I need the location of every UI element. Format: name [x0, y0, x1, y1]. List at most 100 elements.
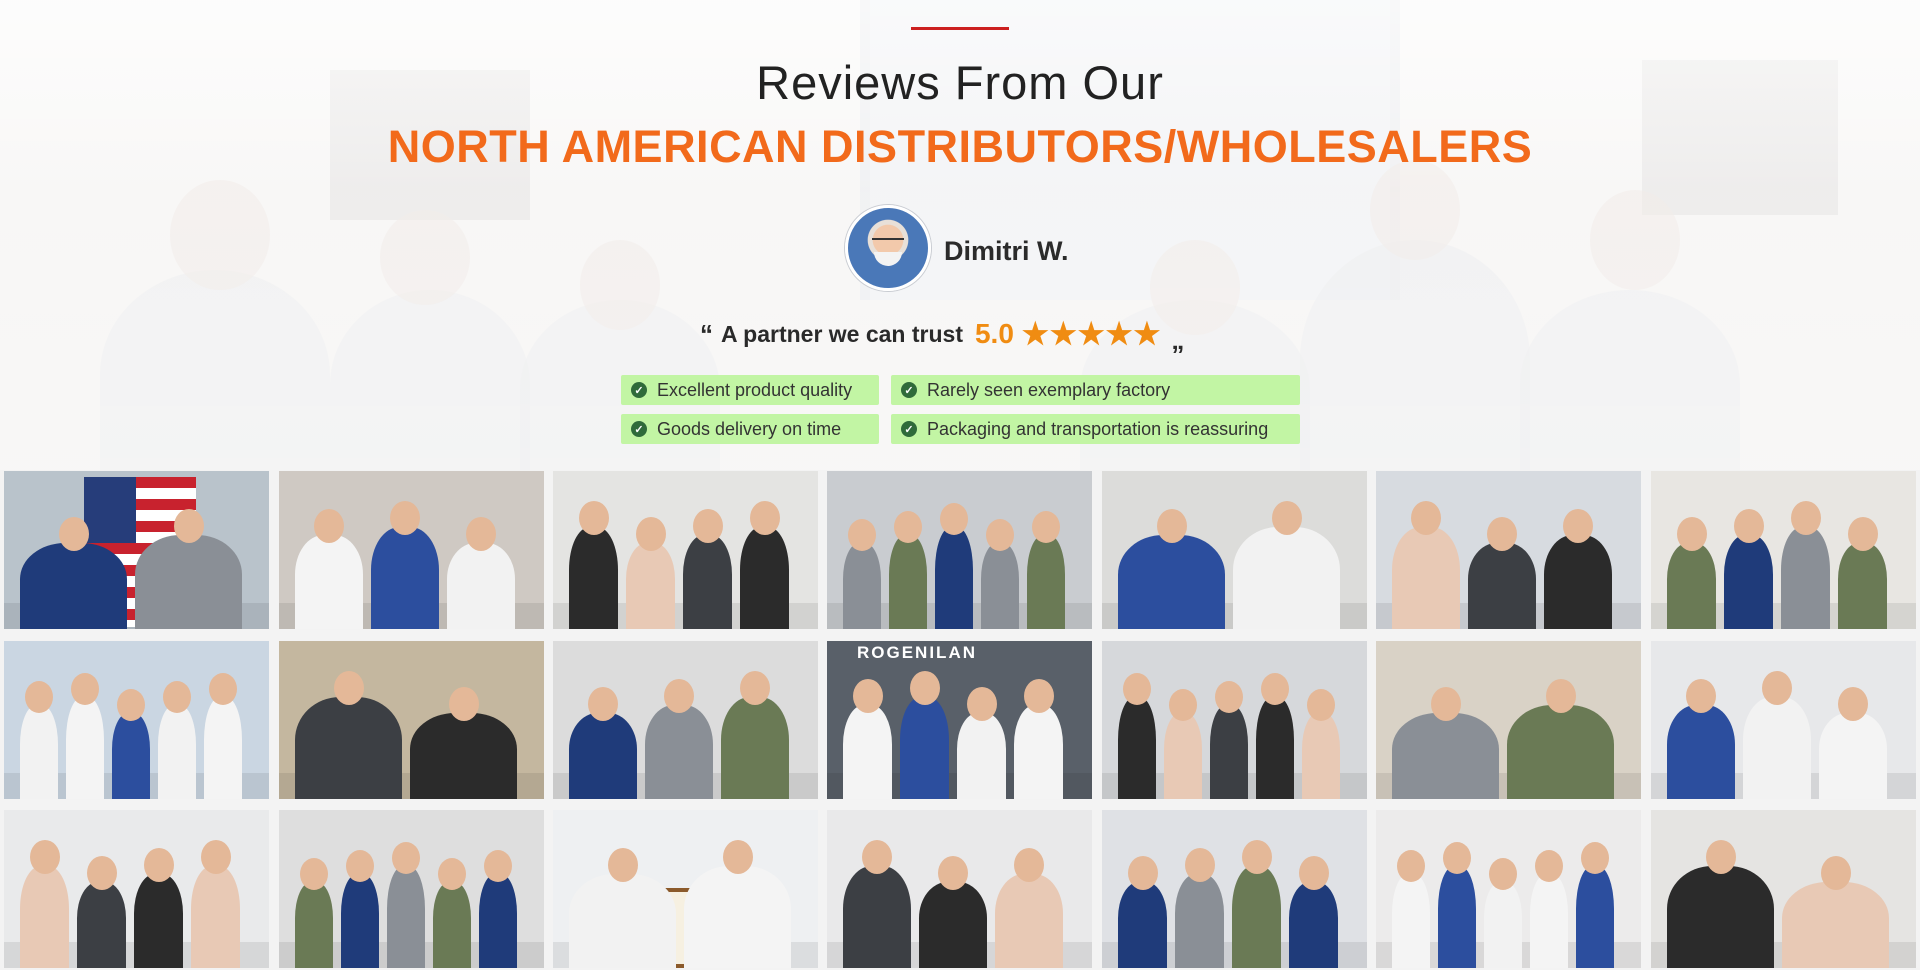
person-head — [1397, 850, 1425, 882]
feature-tag: ✓ Excellent product quality — [621, 375, 879, 405]
person-head — [1535, 850, 1563, 882]
distributor-photo-8 — [4, 641, 269, 799]
person-figure — [134, 874, 183, 968]
person-figure — [957, 713, 1006, 799]
avatar-glasses — [872, 238, 904, 246]
person-head — [1127, 856, 1158, 890]
person-head — [1156, 509, 1187, 543]
person-figure — [1743, 697, 1811, 799]
distributor-photo-4 — [827, 471, 1092, 629]
person-figure — [1782, 882, 1889, 968]
person-figure — [626, 543, 675, 629]
person-head — [635, 517, 666, 551]
person-head — [1411, 501, 1441, 535]
person-figure — [981, 543, 1019, 629]
person-figure — [645, 705, 713, 799]
person-head — [1430, 687, 1461, 721]
person-head — [86, 856, 117, 890]
person-head — [578, 501, 609, 535]
person-head — [300, 858, 328, 890]
person-figure — [1118, 697, 1156, 799]
check-icon: ✓ — [631, 382, 647, 398]
person-head — [909, 671, 940, 705]
person-figure — [387, 866, 425, 968]
person-figure — [569, 713, 637, 799]
distributor-photo-12 — [1102, 641, 1367, 799]
person-figure — [1392, 874, 1430, 968]
section-subtitle: NORTH AMERICAN DISTRIBUTORS/WHOLESALERS — [387, 121, 1533, 172]
person-head — [1298, 856, 1329, 890]
person-figure — [1027, 535, 1065, 629]
person-head — [740, 671, 770, 705]
distributor-photo-11: ROGENILAN — [827, 641, 1092, 799]
person-head — [664, 679, 694, 713]
person-figure — [295, 882, 333, 968]
person-figure — [158, 705, 196, 799]
person-head — [1820, 856, 1851, 890]
person-head — [1487, 517, 1517, 551]
distributor-photo-2 — [279, 471, 544, 629]
person-head — [333, 671, 364, 705]
person-figure — [410, 713, 517, 799]
person-figure — [204, 697, 242, 799]
avatar-beard — [874, 252, 902, 266]
person-head — [938, 856, 968, 890]
person-figure — [919, 882, 987, 968]
rating-stars-icon: ★★★★★ — [1021, 317, 1162, 351]
person-head — [852, 679, 883, 713]
person-figure — [1289, 882, 1338, 968]
person-head — [1545, 679, 1576, 713]
distributor-photo-17 — [553, 810, 818, 968]
person-figure — [843, 543, 881, 629]
person-figure — [20, 705, 58, 799]
distributor-photo-6 — [1376, 471, 1641, 629]
person-head — [940, 503, 968, 535]
person-head — [392, 842, 420, 874]
person-figure — [1576, 866, 1614, 968]
person-figure — [20, 543, 127, 629]
check-icon: ✓ — [631, 421, 647, 437]
person-head — [749, 501, 780, 535]
person-figure — [1118, 882, 1167, 968]
person-figure — [1544, 535, 1612, 629]
person-figure — [1014, 705, 1063, 799]
person-figure — [112, 713, 150, 799]
distributor-photo-3 — [553, 471, 818, 629]
person-figure — [1530, 874, 1568, 968]
distributor-photo-9 — [279, 641, 544, 799]
person-figure — [295, 697, 402, 799]
brand-logo: ROGENILAN — [857, 643, 977, 662]
person-head — [484, 850, 512, 882]
distributor-photo-21 — [1651, 810, 1916, 968]
distributor-photo-20 — [1376, 810, 1641, 968]
feature-tag-label: Packaging and transportation is reassuri… — [927, 418, 1269, 439]
person-figure — [1484, 882, 1522, 968]
open-quote-mark: “ — [700, 318, 713, 349]
person-figure — [1164, 713, 1202, 799]
person-figure — [1507, 705, 1614, 799]
distributor-photo-1 — [4, 471, 269, 629]
person-head — [173, 509, 204, 543]
person-head — [1032, 511, 1060, 543]
person-figure — [1302, 713, 1340, 799]
person-head — [722, 840, 753, 874]
person-figure — [1667, 705, 1735, 799]
feature-tag-label: Goods delivery on time — [657, 418, 842, 439]
person-head — [848, 519, 876, 551]
person-head — [1705, 840, 1736, 874]
person-figure — [1819, 713, 1887, 799]
person-head — [1271, 501, 1302, 535]
person-figure — [135, 535, 242, 629]
person-figure — [77, 882, 126, 968]
person-head — [143, 848, 174, 882]
person-head — [894, 511, 922, 543]
distributor-photo-15 — [4, 810, 269, 968]
section-title: Reviews From Our — [756, 56, 1164, 109]
person-figure — [995, 874, 1063, 968]
person-figure — [1175, 874, 1224, 968]
person-figure — [1392, 527, 1460, 629]
check-icon: ✓ — [901, 382, 917, 398]
person-figure — [1838, 543, 1887, 629]
distributor-photo-grid: ROGENILAN — [0, 470, 1920, 970]
person-head — [986, 519, 1014, 551]
